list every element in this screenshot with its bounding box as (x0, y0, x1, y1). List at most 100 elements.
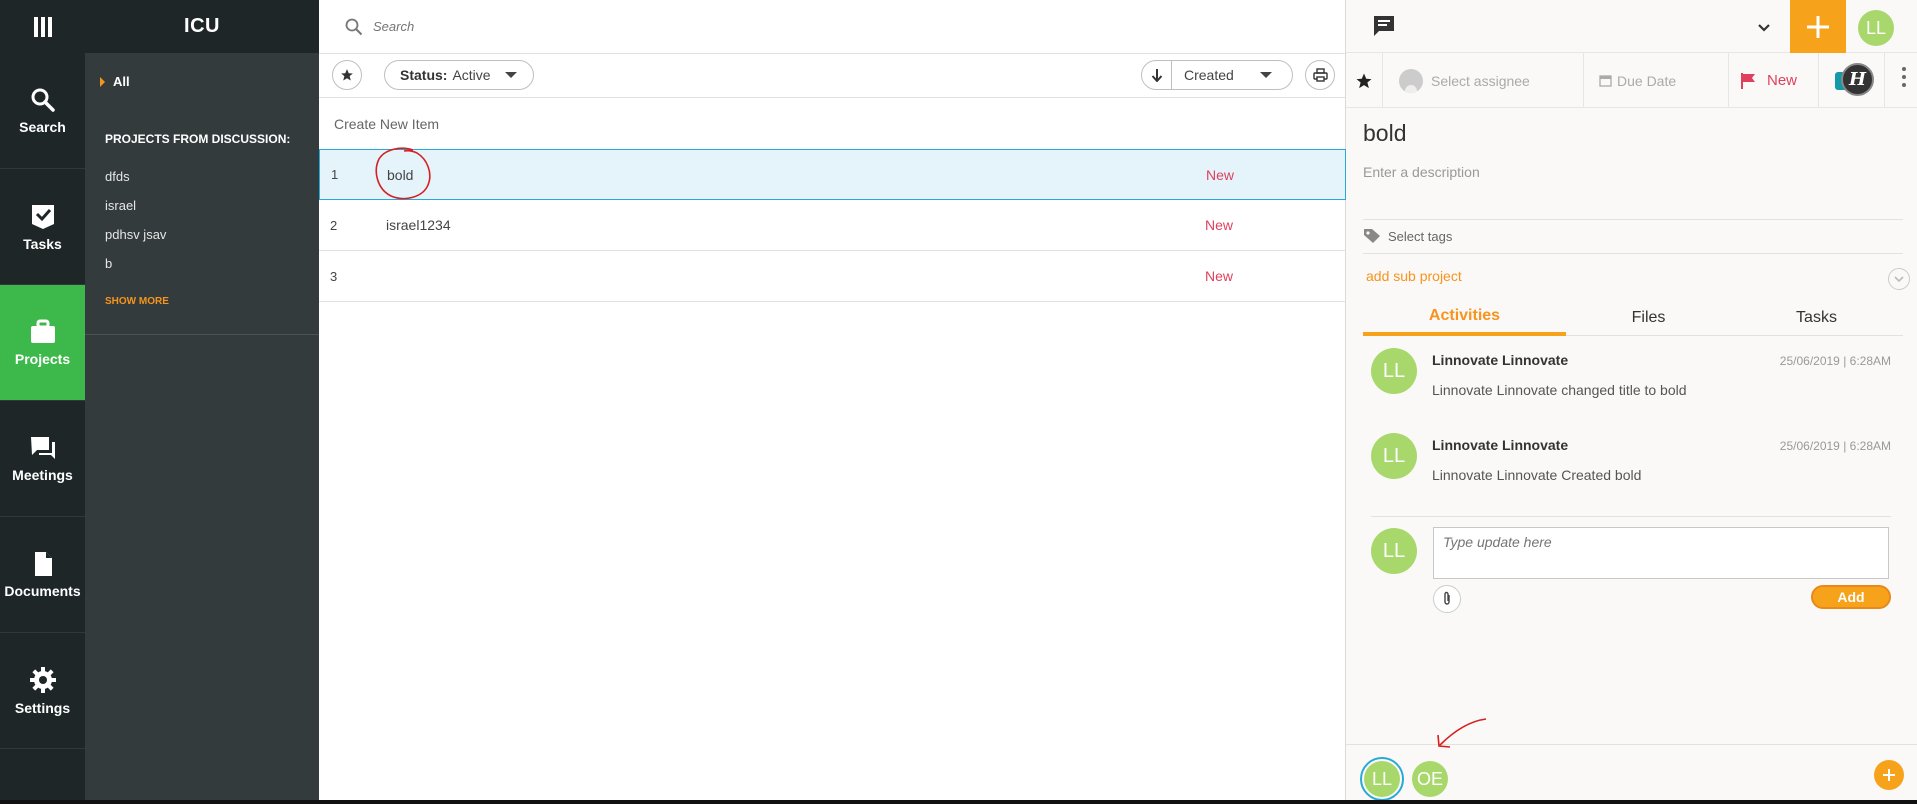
comment-icon (1374, 16, 1394, 36)
project-item[interactable]: israel (105, 197, 166, 226)
table-row[interactable]: 1 bold New (319, 147, 1346, 200)
search-bar (319, 0, 1345, 54)
row-status[interactable]: New (1205, 217, 1233, 233)
row-title[interactable]: israel1234 (386, 217, 451, 233)
briefcase-icon (30, 319, 55, 343)
watcher-current[interactable]: LL (1360, 757, 1404, 801)
plus-icon (1807, 15, 1829, 38)
nav-projects[interactable]: Projects (0, 285, 85, 401)
nav-documents-label: Documents (4, 582, 81, 599)
print-button[interactable] (1305, 60, 1335, 90)
filter-all[interactable]: All (100, 74, 130, 89)
user-avatar[interactable]: LL (1858, 10, 1894, 46)
row-status[interactable]: New (1205, 268, 1233, 284)
row-number: 1 (331, 167, 339, 182)
filter-all-label: All (113, 74, 130, 89)
chevron-down-icon (1259, 72, 1272, 78)
print-icon (1312, 68, 1328, 82)
section-title: PROJECTS FROM DISCUSSION: (105, 132, 291, 146)
project-item[interactable]: b (105, 255, 166, 284)
item-detail-panel: LL Select assignee Due Date New H bold E… (1346, 0, 1917, 804)
status-selector[interactable]: New (1729, 53, 1819, 108)
gear-icon (29, 666, 56, 693)
plus-icon (1883, 769, 1895, 781)
avatar: LL (1371, 528, 1417, 574)
hi-integration-icon[interactable]: H (1841, 63, 1874, 96)
menu-bars-icon (33, 16, 52, 37)
create-new-item[interactable]: Create New Item (319, 98, 1345, 150)
chevron-down-icon (1758, 24, 1770, 32)
discussion-button[interactable] (1372, 14, 1396, 43)
bottom-strip (0, 800, 1917, 804)
create-button[interactable] (1790, 0, 1846, 53)
sort-value: Created (1184, 67, 1234, 83)
description-field[interactable]: Enter a description (1363, 164, 1480, 180)
topbar-dropdown-button[interactable] (1757, 20, 1771, 38)
nav-tasks[interactable]: Tasks (0, 169, 85, 285)
project-list: dfds israel pdhsv jsav b (105, 168, 166, 284)
nav-settings-label: Settings (14, 699, 71, 716)
project-item[interactable]: pdhsv jsav (105, 226, 166, 255)
item-title[interactable]: bold (1363, 120, 1406, 147)
favorite-toggle[interactable] (1346, 53, 1383, 108)
calendar-icon (1599, 75, 1612, 87)
menu-toggle-button[interactable] (0, 0, 85, 53)
nav-settings[interactable]: Settings (0, 633, 85, 749)
add-watcher-button[interactable] (1874, 760, 1904, 790)
table-row[interactable]: 2 israel1234 New (319, 200, 1346, 251)
sort-direction-button[interactable] (1142, 61, 1172, 89)
show-more-link[interactable]: SHOW MORE (105, 296, 169, 307)
activity-author: Linnovate Linnovate (1432, 437, 1569, 453)
attach-button[interactable] (1433, 585, 1461, 613)
nav-meetings[interactable]: Meetings (0, 401, 85, 517)
tab-tasks[interactable]: Tasks (1715, 300, 1917, 336)
divider (85, 334, 319, 335)
search-input[interactable] (373, 19, 973, 34)
check-icon (31, 204, 54, 229)
favorites-filter-button[interactable] (332, 60, 362, 90)
expand-sub-projects-button[interactable] (1888, 268, 1910, 290)
due-date-placeholder: Due Date (1617, 72, 1677, 89)
more-options-button[interactable] (1902, 67, 1906, 87)
assignee-placeholder: Select assignee (1431, 72, 1530, 89)
add-update-button[interactable]: Add (1811, 585, 1891, 609)
add-sub-project-link[interactable]: add sub project (1366, 268, 1462, 284)
table-row[interactable]: 3 New (319, 251, 1346, 302)
sort-dropdown[interactable]: Created (1141, 60, 1293, 90)
assignee-selector[interactable]: Select assignee (1383, 53, 1584, 108)
star-icon (1356, 73, 1372, 88)
tags-selector[interactable]: Select tags (1363, 228, 1452, 244)
nav-projects-label: Projects (14, 350, 71, 367)
avatar: LL (1364, 761, 1400, 797)
due-date-selector[interactable]: Due Date (1584, 53, 1729, 108)
status-filter-dropdown[interactable]: Status: Active (384, 60, 534, 90)
watcher-avatar[interactable]: OE (1412, 761, 1448, 797)
update-input[interactable] (1433, 527, 1889, 579)
nav-search[interactable]: Search (0, 53, 85, 169)
row-status[interactable]: New (1206, 167, 1234, 183)
activity-timestamp: 25/06/2019 | 6:28AM (1779, 439, 1891, 453)
activity-text: Linnovate Linnovate changed title to bol… (1432, 382, 1687, 398)
activity-timestamp: 25/06/2019 | 6:28AM (1779, 354, 1891, 368)
detail-tabs: Activities Files Tasks (1363, 300, 1903, 336)
search-icon (345, 18, 363, 35)
activity-text: Linnovate Linnovate Created bold (1432, 467, 1642, 483)
arrow-down-icon (1151, 69, 1162, 82)
app-title: ICU (85, 0, 319, 53)
list-toolbar: Status: Active Created (319, 54, 1345, 98)
tags-placeholder: Select tags (1388, 228, 1453, 244)
row-number: 3 (330, 268, 338, 284)
activity-item: LL Linnovate Linnovate 25/06/2019 | 6:28… (1371, 348, 1891, 418)
nav-meetings-label: Meetings (12, 466, 73, 483)
tab-activities[interactable]: Activities (1363, 300, 1566, 336)
nav-tasks-label: Tasks (23, 235, 62, 252)
flag-icon (1741, 72, 1755, 89)
red-arrow-annotation (1437, 718, 1487, 748)
row-number: 2 (330, 217, 338, 233)
more-dots-icon (1902, 67, 1906, 71)
star-icon (341, 69, 353, 81)
nav-search-label: Search (19, 118, 66, 135)
update-composer: LL Add (1371, 527, 1891, 613)
nav-documents[interactable]: Documents (0, 517, 85, 633)
project-item[interactable]: dfds (105, 168, 166, 197)
